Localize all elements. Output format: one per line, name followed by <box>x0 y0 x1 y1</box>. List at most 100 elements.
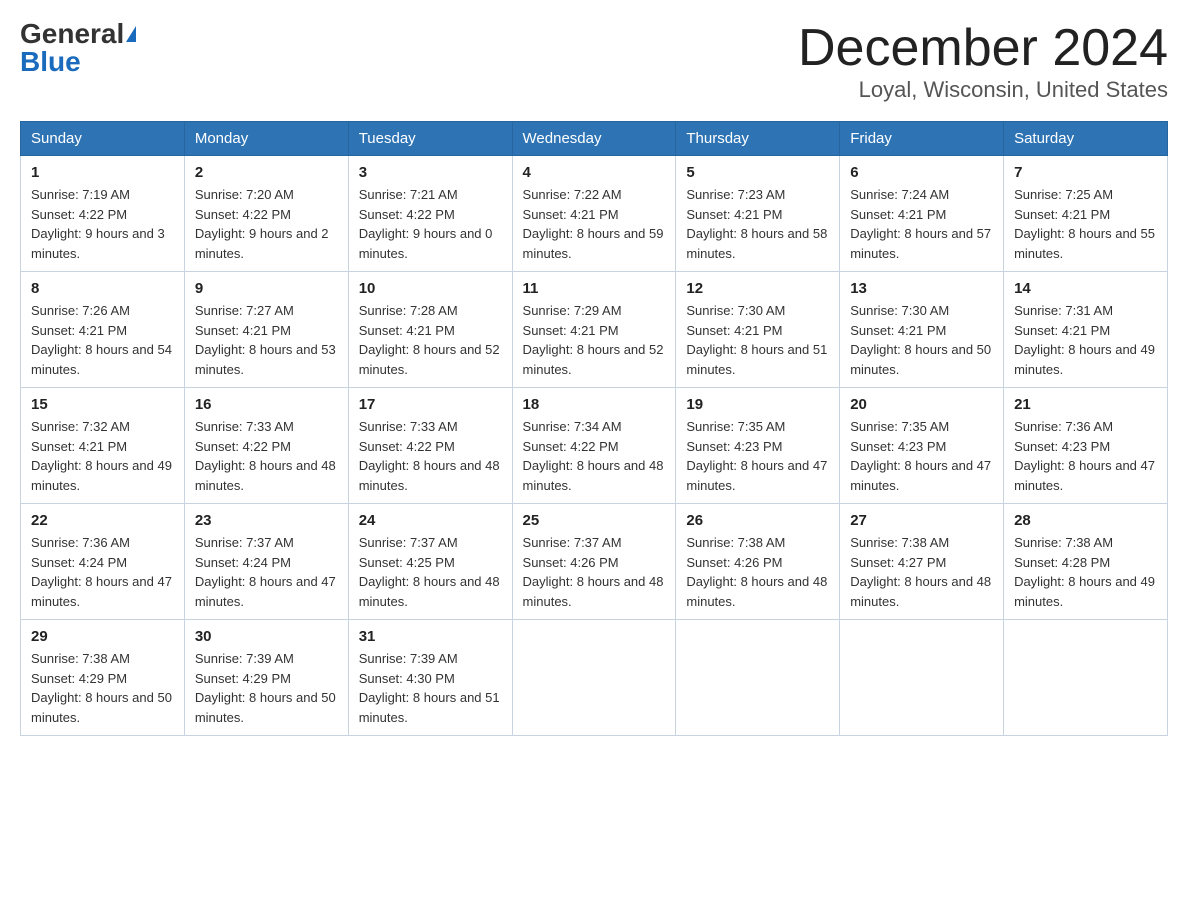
day-info: Sunrise: 7:32 AMSunset: 4:21 PMDaylight:… <box>31 417 174 495</box>
day-number: 8 <box>31 280 174 297</box>
day-info: Sunrise: 7:20 AMSunset: 4:22 PMDaylight:… <box>195 185 338 263</box>
day-info: Sunrise: 7:36 AMSunset: 4:24 PMDaylight:… <box>31 533 174 611</box>
day-number: 11 <box>523 280 666 297</box>
day-number: 15 <box>31 396 174 413</box>
day-info: Sunrise: 7:38 AMSunset: 4:29 PMDaylight:… <box>31 649 174 727</box>
day-info: Sunrise: 7:33 AMSunset: 4:22 PMDaylight:… <box>195 417 338 495</box>
calendar-cell: 1 Sunrise: 7:19 AMSunset: 4:22 PMDaylight… <box>21 156 185 272</box>
calendar-cell: 9 Sunrise: 7:27 AMSunset: 4:21 PMDaylight… <box>184 272 348 388</box>
calendar-cell: 23 Sunrise: 7:37 AMSunset: 4:24 PMDayligh… <box>184 504 348 620</box>
week-row-4: 22 Sunrise: 7:36 AMSunset: 4:24 PMDayligh… <box>21 504 1168 620</box>
day-number: 2 <box>195 164 338 181</box>
calendar-cell: 8 Sunrise: 7:26 AMSunset: 4:21 PMDaylight… <box>21 272 185 388</box>
calendar-cell <box>840 620 1004 736</box>
day-info: Sunrise: 7:33 AMSunset: 4:22 PMDaylight:… <box>359 417 502 495</box>
day-number: 28 <box>1014 512 1157 529</box>
header: General Blue December 2024 Loyal, Wiscon… <box>20 20 1168 103</box>
day-info: Sunrise: 7:38 AMSunset: 4:26 PMDaylight:… <box>686 533 829 611</box>
calendar-cell: 19 Sunrise: 7:35 AMSunset: 4:23 PMDayligh… <box>676 388 840 504</box>
day-info: Sunrise: 7:21 AMSunset: 4:22 PMDaylight:… <box>359 185 502 263</box>
header-sunday: Sunday <box>21 122 185 156</box>
day-number: 20 <box>850 396 993 413</box>
logo-general-text: General <box>20 20 124 48</box>
calendar-cell: 31Sunrise: 7:39 AMSunset: 4:30 PMDayligh… <box>348 620 512 736</box>
location-title: Loyal, Wisconsin, United States <box>798 77 1168 103</box>
day-number: 9 <box>195 280 338 297</box>
calendar-cell: 29 Sunrise: 7:38 AMSunset: 4:29 PMDayligh… <box>21 620 185 736</box>
day-info: Sunrise: 7:37 AMSunset: 4:24 PMDaylight:… <box>195 533 338 611</box>
calendar-cell: 21 Sunrise: 7:36 AMSunset: 4:23 PMDayligh… <box>1004 388 1168 504</box>
calendar-cell: 30Sunrise: 7:39 AMSunset: 4:29 PMDayligh… <box>184 620 348 736</box>
day-number: 22 <box>31 512 174 529</box>
calendar-cell: 6 Sunrise: 7:24 AMSunset: 4:21 PMDaylight… <box>840 156 1004 272</box>
day-number: 3 <box>359 164 502 181</box>
calendar-cell: 17 Sunrise: 7:33 AMSunset: 4:22 PMDayligh… <box>348 388 512 504</box>
day-info: Sunrise: 7:31 AMSunset: 4:21 PMDaylight:… <box>1014 301 1157 379</box>
calendar-cell: 3 Sunrise: 7:21 AMSunset: 4:22 PMDaylight… <box>348 156 512 272</box>
day-info: Sunrise: 7:35 AMSunset: 4:23 PMDaylight:… <box>850 417 993 495</box>
header-thursday: Thursday <box>676 122 840 156</box>
day-number: 4 <box>523 164 666 181</box>
header-friday: Friday <box>840 122 1004 156</box>
calendar-cell: 15 Sunrise: 7:32 AMSunset: 4:21 PMDayligh… <box>21 388 185 504</box>
calendar-cell: 14 Sunrise: 7:31 AMSunset: 4:21 PMDayligh… <box>1004 272 1168 388</box>
day-number: 1 <box>31 164 174 181</box>
day-info: Sunrise: 7:38 AMSunset: 4:28 PMDaylight:… <box>1014 533 1157 611</box>
day-info: Sunrise: 7:27 AMSunset: 4:21 PMDaylight:… <box>195 301 338 379</box>
day-info: Sunrise: 7:36 AMSunset: 4:23 PMDaylight:… <box>1014 417 1157 495</box>
week-row-3: 15 Sunrise: 7:32 AMSunset: 4:21 PMDayligh… <box>21 388 1168 504</box>
day-info: Sunrise: 7:29 AMSunset: 4:21 PMDaylight:… <box>523 301 666 379</box>
day-info: Sunrise: 7:34 AMSunset: 4:22 PMDaylight:… <box>523 417 666 495</box>
day-number: 26 <box>686 512 829 529</box>
logo-blue-text: Blue <box>20 48 81 76</box>
day-info: Sunrise: 7:26 AMSunset: 4:21 PMDaylight:… <box>31 301 174 379</box>
calendar-cell: 18 Sunrise: 7:34 AMSunset: 4:22 PMDayligh… <box>512 388 676 504</box>
day-info: Sunrise: 7:35 AMSunset: 4:23 PMDaylight:… <box>686 417 829 495</box>
day-number: 6 <box>850 164 993 181</box>
calendar-cell: 5Sunrise: 7:23 AMSunset: 4:21 PMDaylight… <box>676 156 840 272</box>
day-number: 24 <box>359 512 502 529</box>
day-number: 19 <box>686 396 829 413</box>
header-wednesday: Wednesday <box>512 122 676 156</box>
day-number: 13 <box>850 280 993 297</box>
day-number: 29 <box>31 628 174 645</box>
day-number: 21 <box>1014 396 1157 413</box>
calendar-cell: 2 Sunrise: 7:20 AMSunset: 4:22 PMDaylight… <box>184 156 348 272</box>
day-info: Sunrise: 7:22 AMSunset: 4:21 PMDaylight:… <box>523 185 666 263</box>
calendar-cell: 11 Sunrise: 7:29 AMSunset: 4:21 PMDayligh… <box>512 272 676 388</box>
day-info: Sunrise: 7:37 AMSunset: 4:25 PMDaylight:… <box>359 533 502 611</box>
logo: General Blue <box>20 20 136 76</box>
day-number: 23 <box>195 512 338 529</box>
day-number: 16 <box>195 396 338 413</box>
calendar-cell: 25Sunrise: 7:37 AMSunset: 4:26 PMDayligh… <box>512 504 676 620</box>
day-number: 7 <box>1014 164 1157 181</box>
day-number: 17 <box>359 396 502 413</box>
calendar-cell: 12 Sunrise: 7:30 AMSunset: 4:21 PMDayligh… <box>676 272 840 388</box>
day-info: Sunrise: 7:25 AMSunset: 4:21 PMDaylight:… <box>1014 185 1157 263</box>
week-row-2: 8 Sunrise: 7:26 AMSunset: 4:21 PMDaylight… <box>21 272 1168 388</box>
header-saturday: Saturday <box>1004 122 1168 156</box>
day-info: Sunrise: 7:23 AMSunset: 4:21 PMDaylight:… <box>686 185 829 263</box>
calendar-cell: 7 Sunrise: 7:25 AMSunset: 4:21 PMDaylight… <box>1004 156 1168 272</box>
header-tuesday: Tuesday <box>348 122 512 156</box>
calendar-cell: 26 Sunrise: 7:38 AMSunset: 4:26 PMDayligh… <box>676 504 840 620</box>
calendar-cell: 20 Sunrise: 7:35 AMSunset: 4:23 PMDayligh… <box>840 388 1004 504</box>
day-info: Sunrise: 7:28 AMSunset: 4:21 PMDaylight:… <box>359 301 502 379</box>
calendar-cell: 27Sunrise: 7:38 AMSunset: 4:27 PMDayligh… <box>840 504 1004 620</box>
week-row-1: 1 Sunrise: 7:19 AMSunset: 4:22 PMDaylight… <box>21 156 1168 272</box>
day-number: 12 <box>686 280 829 297</box>
day-info: Sunrise: 7:30 AMSunset: 4:21 PMDaylight:… <box>686 301 829 379</box>
calendar-cell <box>676 620 840 736</box>
day-number: 25 <box>523 512 666 529</box>
day-info: Sunrise: 7:24 AMSunset: 4:21 PMDaylight:… <box>850 185 993 263</box>
calendar-cell: 28 Sunrise: 7:38 AMSunset: 4:28 PMDayligh… <box>1004 504 1168 620</box>
month-title: December 2024 <box>798 20 1168 77</box>
calendar-cell: 4 Sunrise: 7:22 AMSunset: 4:21 PMDaylight… <box>512 156 676 272</box>
calendar-cell: 10Sunrise: 7:28 AMSunset: 4:21 PMDayligh… <box>348 272 512 388</box>
day-number: 18 <box>523 396 666 413</box>
title-area: December 2024 Loyal, Wisconsin, United S… <box>798 20 1168 103</box>
calendar-cell: 13Sunrise: 7:30 AMSunset: 4:21 PMDayligh… <box>840 272 1004 388</box>
day-info: Sunrise: 7:39 AMSunset: 4:30 PMDaylight:… <box>359 649 502 727</box>
day-info: Sunrise: 7:19 AMSunset: 4:22 PMDaylight:… <box>31 185 174 263</box>
day-number: 14 <box>1014 280 1157 297</box>
